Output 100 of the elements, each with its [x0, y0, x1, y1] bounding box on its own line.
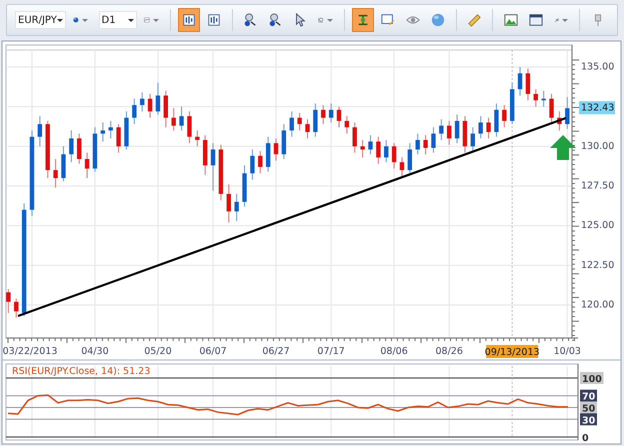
- candlestick: [61, 146, 66, 182]
- note-icon: [380, 12, 395, 28]
- candlestick: [179, 106, 184, 131]
- rsi-level-label: 70: [580, 390, 597, 403]
- candlestick: [140, 92, 144, 112]
- candlestick: [124, 110, 129, 150]
- candlestick: [336, 106, 342, 128]
- candlestick: [423, 134, 428, 155]
- date-label: 04/30: [81, 346, 109, 357]
- symbol-select[interactable]: EUR/JPY: [15, 11, 66, 29]
- date-label: 08/06: [380, 346, 408, 357]
- candlestick: [148, 93, 152, 118]
- level-icon: [356, 12, 370, 28]
- price-label: 127.50: [581, 180, 614, 192]
- candlestick: [100, 122, 106, 142]
- candlestick: [549, 93, 554, 125]
- candlestick: [518, 66, 522, 96]
- rsi-level-label: 30: [580, 413, 597, 426]
- candlestick: [454, 114, 460, 144]
- rsi-title: RSI(EUR/JPY.Close, 14): 51.23: [12, 366, 150, 377]
- candlestick: [202, 134, 208, 176]
- date-label: 03/22/2013: [2, 346, 58, 357]
- cursor-icon: [293, 12, 308, 28]
- candlestick: [510, 82, 514, 125]
- date-label: 08/26: [436, 346, 463, 357]
- candlestick: [6, 288, 11, 314]
- panel-icon: [206, 12, 221, 28]
- date-label: 10/03: [554, 346, 581, 357]
- candlestick: [92, 126, 98, 172]
- up-arrow-icon: [550, 135, 576, 160]
- candlestick: [84, 152, 90, 179]
- candlestick: [502, 104, 506, 128]
- candlestick: [218, 144, 224, 201]
- candlestick: [321, 104, 326, 125]
- candlestick: [344, 116, 350, 134]
- candlestick: [116, 124, 121, 154]
- candlestick: [392, 142, 396, 170]
- candlestick: [439, 118, 444, 140]
- magnifier-icon: [268, 12, 282, 28]
- rsi-level-label: 0: [582, 433, 589, 444]
- date-label: 07/17: [317, 346, 345, 357]
- candlestick: [470, 126, 475, 152]
- candlestick: [462, 116, 468, 154]
- caret-icon: [128, 18, 134, 22]
- candlestick: [282, 124, 286, 160]
- candlestick: [258, 150, 262, 174]
- candlestick: [297, 112, 302, 131]
- price-label: 125.00: [581, 220, 614, 232]
- candlestick: [376, 136, 381, 164]
- candlestick: [274, 138, 278, 162]
- candlestick: [400, 156, 404, 177]
- ruler-icon: [467, 12, 482, 28]
- candlestick: [541, 90, 546, 108]
- candlestick: [266, 136, 270, 172]
- candlestick: [195, 130, 200, 147]
- candlestick: [447, 120, 452, 146]
- rsi-level-label: 50: [580, 402, 597, 414]
- candlestick: [478, 116, 483, 139]
- candlestick: [77, 133, 82, 164]
- candlestick: [486, 117, 491, 139]
- candlestick: [156, 82, 160, 116]
- magnifier-icon: [243, 12, 258, 28]
- toolbar-button[interactable]: [178, 8, 200, 32]
- current-price-label: 132.43: [579, 101, 615, 114]
- candlestick: [226, 184, 231, 223]
- candlestick: [352, 122, 357, 154]
- candlestick: [368, 134, 373, 155]
- candlestick: [242, 164, 247, 208]
- candlestick: [250, 149, 255, 180]
- candlestick: [164, 90, 168, 128]
- window-icon: [528, 12, 543, 28]
- rsi-level-label: 100: [580, 372, 604, 385]
- caret-icon: [56, 18, 63, 22]
- candlestick: [234, 193, 239, 222]
- candlestick: [53, 158, 58, 188]
- date-label: 06/07: [199, 346, 227, 357]
- candlestick: [328, 102, 334, 124]
- price-label: 135.00: [581, 61, 614, 72]
- date-label: 05/20: [144, 346, 172, 357]
- candlestick: [69, 130, 74, 163]
- candlestick: [305, 118, 310, 139]
- image-icon: [504, 12, 518, 28]
- price-label: 130.00: [581, 140, 614, 152]
- candlestick: [171, 108, 176, 131]
- candlestick: [494, 102, 499, 138]
- panel-icon: [182, 12, 196, 28]
- candlestick: [534, 88, 538, 108]
- globe-icon: [430, 12, 445, 28]
- candlestick: [108, 120, 113, 139]
- candlestick: [132, 98, 137, 125]
- candlestick: [313, 102, 318, 138]
- price-label: 120.00: [581, 300, 614, 310]
- date-label: 06/27: [262, 346, 290, 357]
- toolbar-button[interactable]: [352, 8, 374, 32]
- candlestick: [210, 142, 216, 192]
- timeframe-select[interactable]: D1: [98, 11, 138, 29]
- candlestick: [46, 120, 50, 179]
- candlestick: [14, 298, 18, 318]
- candlestick: [290, 110, 294, 138]
- candlestick: [565, 96, 570, 130]
